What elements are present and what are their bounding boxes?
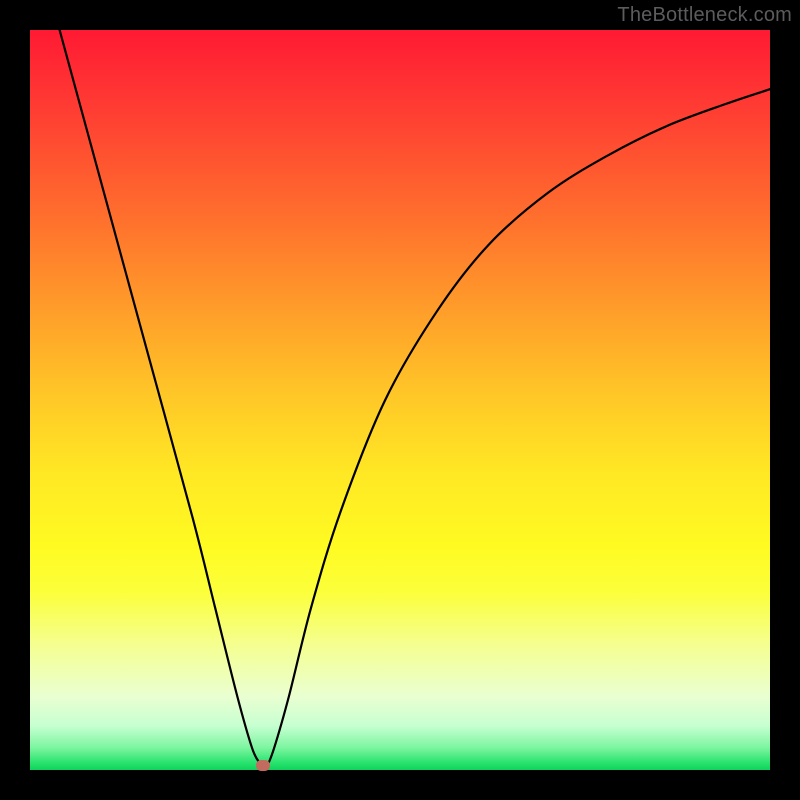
- watermark-text: TheBottleneck.com: [617, 4, 792, 27]
- bottleneck-curve: [30, 30, 770, 770]
- optimal-point-marker: [256, 760, 270, 771]
- chart-plot-area: [30, 30, 770, 770]
